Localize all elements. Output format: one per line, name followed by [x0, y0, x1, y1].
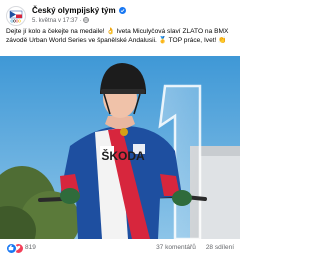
post-header: Český olympijský tým 5. května v 17:37 · — [6, 4, 234, 26]
reaction-count: 819 — [25, 244, 36, 251]
post-stats: 37 komentářů 28 sdílení — [156, 244, 234, 251]
post-meta: 5. května v 17:37 · — [32, 17, 89, 24]
gold-medal-emoji: 🥇 — [158, 37, 167, 44]
ok-hand-emoji: 👌 — [106, 28, 115, 35]
like-reaction-icon — [6, 243, 17, 254]
jersey-sponsor-text: ŠKODA — [101, 148, 145, 163]
post-text-part1: Dejte jí kolo a čekejte na medaile! — [6, 28, 107, 35]
globe-icon — [83, 17, 89, 23]
bmx-rider-photo: ŠKODA — [0, 56, 240, 239]
facebook-post: Český olympijský tým 5. května v 17:37 ·… — [0, 0, 240, 258]
post-text: Dejte jí kolo a čekejte na medaile! 👌 Iv… — [6, 27, 234, 45]
page-name-text: Český olympijský tým — [32, 6, 116, 15]
page-avatar[interactable] — [6, 6, 26, 26]
post-photo[interactable]: ŠKODA — [0, 56, 240, 239]
clap-emoji: 👏 — [218, 37, 227, 44]
page-name[interactable]: Český olympijský tým — [32, 6, 126, 15]
post-text-part3: TOP práce, Ivet! — [166, 37, 219, 44]
comments-count[interactable]: 37 komentářů — [156, 244, 196, 251]
post-footer: 819 37 komentářů 28 sdílení — [6, 241, 234, 255]
post-date[interactable]: 5. května v 17:37 — [32, 18, 78, 24]
shares-count[interactable]: 28 sdílení — [206, 244, 234, 251]
verified-badge-icon — [118, 7, 126, 14]
